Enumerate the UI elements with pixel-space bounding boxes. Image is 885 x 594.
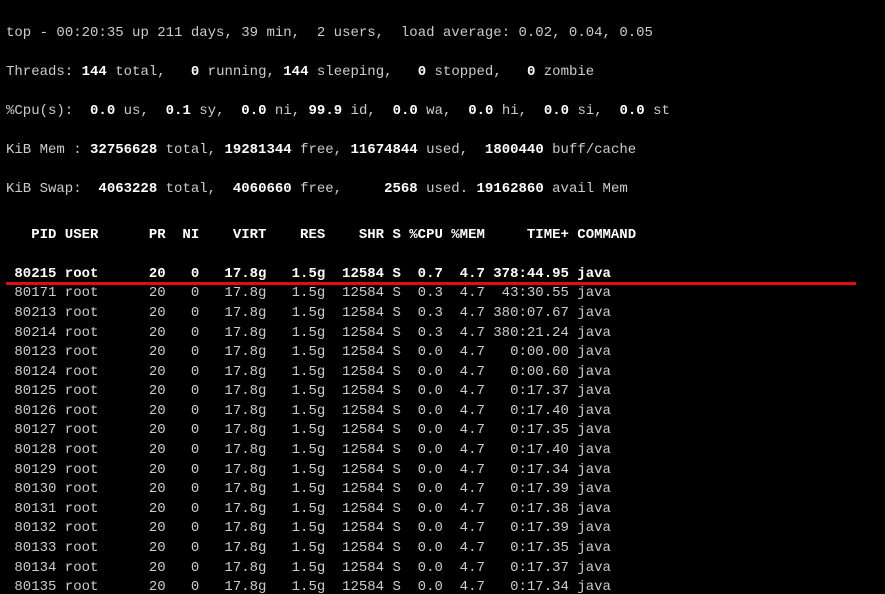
process-row: 80128 root 20 0 17.8g 1.5g 12584 S 0.0 4… — [6, 441, 879, 461]
process-row: 80135 root 20 0 17.8g 1.5g 12584 S 0.0 4… — [6, 578, 879, 594]
top-prefix: top - — [6, 25, 56, 41]
process-row: 80214 root 20 0 17.8g 1.5g 12584 S 0.3 4… — [6, 324, 879, 344]
clock-time: 00:20:35 — [56, 25, 123, 41]
process-row: 80213 root 20 0 17.8g 1.5g 12584 S 0.3 4… — [6, 304, 879, 324]
process-row: 80171 root 20 0 17.8g 1.5g 12584 S 0.3 4… — [6, 284, 879, 304]
process-row: 80215 root 20 0 17.8g 1.5g 12584 S 0.7 4… — [6, 265, 879, 285]
process-row: 80123 root 20 0 17.8g 1.5g 12584 S 0.0 4… — [6, 343, 879, 363]
threads-total: 144 — [82, 64, 107, 80]
threads-running: 0 — [191, 64, 199, 80]
highlight-underline — [6, 282, 856, 285]
summary-line-threads: Threads: 144 total, 0 running, 144 sleep… — [6, 63, 879, 83]
process-row: 80134 root 20 0 17.8g 1.5g 12584 S 0.0 4… — [6, 559, 879, 579]
process-row: 80130 root 20 0 17.8g 1.5g 12584 S 0.0 4… — [6, 480, 879, 500]
process-row: 80132 root 20 0 17.8g 1.5g 12584 S 0.0 4… — [6, 519, 879, 539]
process-row: 80124 root 20 0 17.8g 1.5g 12584 S 0.0 4… — [6, 363, 879, 383]
summary-line-mem: KiB Mem : 32756628 total, 19281344 free,… — [6, 141, 879, 161]
column-header-row: PID USER PR NI VIRT RES SHR S %CPU %MEM … — [6, 226, 879, 246]
process-row: 80126 root 20 0 17.8g 1.5g 12584 S 0.0 4… — [6, 402, 879, 422]
process-row: 80125 root 20 0 17.8g 1.5g 12584 S 0.0 4… — [6, 382, 879, 402]
threads-sleeping: 144 — [283, 64, 308, 80]
process-row: 80131 root 20 0 17.8g 1.5g 12584 S 0.0 4… — [6, 500, 879, 520]
process-row: 80129 root 20 0 17.8g 1.5g 12584 S 0.0 4… — [6, 461, 879, 481]
threads-stopped: 0 — [418, 64, 426, 80]
summary-line-swap: KiB Swap: 4063228 total, 4060660 free, 2… — [6, 180, 879, 200]
summary-line-cpu: %Cpu(s): 0.0 us, 0.1 sy, 0.0 ni, 99.9 id… — [6, 102, 879, 122]
terminal-output: top - 00:20:35 up 211 days, 39 min, 2 us… — [0, 0, 885, 594]
process-row: 80127 root 20 0 17.8g 1.5g 12584 S 0.0 4… — [6, 421, 879, 441]
summary-line-1: top - 00:20:35 up 211 days, 39 min, 2 us… — [6, 24, 879, 44]
uptime-text: up 211 days, 39 min, 2 users, load avera… — [124, 25, 653, 41]
process-row: 80133 root 20 0 17.8g 1.5g 12584 S 0.0 4… — [6, 539, 879, 559]
process-list: 80215 root 20 0 17.8g 1.5g 12584 S 0.7 4… — [6, 265, 879, 594]
